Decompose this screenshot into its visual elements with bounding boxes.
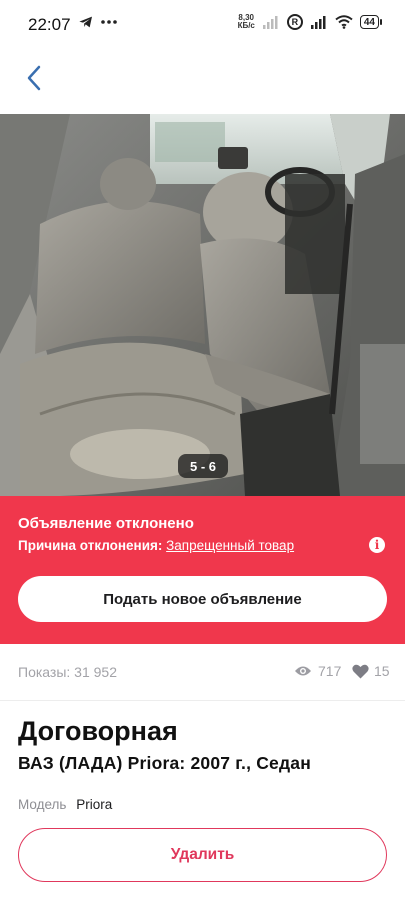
delete-button[interactable]: Удалить — [18, 828, 387, 882]
chevron-left-icon — [27, 65, 41, 91]
listing-title: ВАЗ (ЛАДА) Priora: 2007 г., Седан — [18, 753, 311, 773]
telegram-icon — [79, 16, 92, 28]
info-icon[interactable]: i — [369, 537, 385, 553]
status-right-icons: 8,30 КБ/с R 44 — [237, 13, 383, 30]
favorites-count: 15 — [374, 663, 390, 679]
model-value: Priora — [76, 797, 113, 812]
model-row: Модель Priora — [18, 797, 112, 812]
rejection-reason-link[interactable]: Запрещенный товар — [166, 538, 294, 553]
car-interior-image — [0, 114, 405, 496]
wifi-icon — [335, 15, 353, 29]
status-bar: 22:07 8,30 КБ/с R 44 — [0, 0, 405, 50]
eye-icon — [295, 666, 311, 676]
rejection-title: Объявление отклонено — [18, 515, 194, 532]
status-time: 22:07 — [28, 15, 71, 34]
views-stat: 717 — [294, 663, 341, 679]
rejection-banner: Объявление отклонено Причина отклонения:… — [0, 496, 405, 644]
listing-photo[interactable] — [0, 114, 405, 496]
divider — [0, 700, 405, 701]
impressions-count: Показы: 31 952 — [18, 664, 117, 680]
heart-icon — [352, 664, 369, 678]
status-left-icons — [78, 14, 118, 30]
signal-icon — [310, 16, 326, 29]
photo-counter: 5 - 6 — [178, 454, 228, 478]
model-label: Модель — [18, 797, 67, 812]
roaming-icon: R — [286, 14, 303, 30]
more-dots-icon — [101, 20, 117, 24]
rejection-reason-label: Причина отклонения: — [18, 538, 163, 553]
battery-indicator: 44 — [359, 15, 383, 29]
favorites-stat: 15 — [352, 663, 390, 679]
back-button[interactable] — [18, 62, 50, 94]
price: Договорная — [18, 716, 178, 746]
network-speed: 8,30 КБ/с — [237, 13, 255, 30]
signal-off-icon — [262, 16, 278, 29]
post-new-ad-button[interactable]: Подать новое объявление — [18, 576, 387, 622]
views-count: 717 — [318, 663, 342, 679]
rejection-reason: Причина отклонения: Запрещенный товар — [18, 538, 294, 553]
stats-row: Показы: 31 952 717 15 — [0, 644, 405, 700]
top-nav — [0, 50, 405, 114]
